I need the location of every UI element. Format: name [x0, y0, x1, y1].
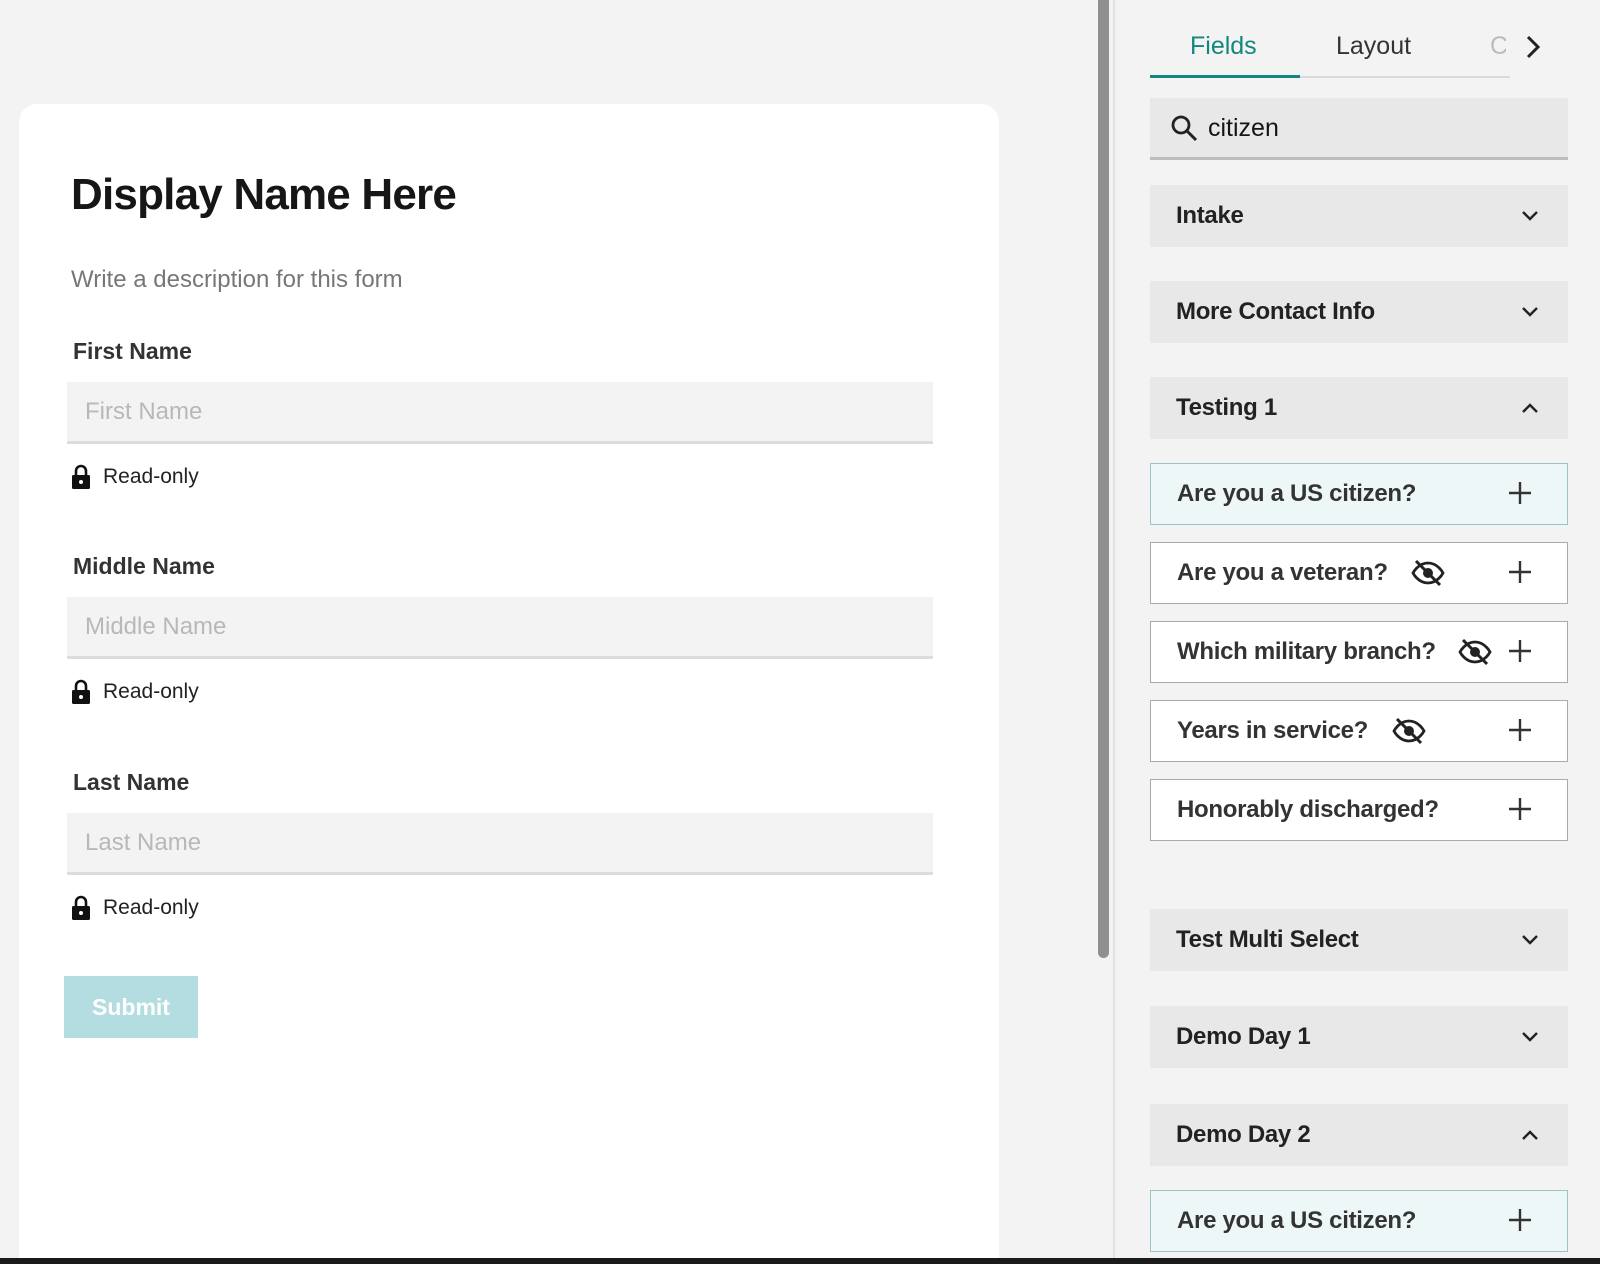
readonly-label: Read-only — [103, 896, 199, 919]
field-item-label: Are you a US citizen? — [1177, 480, 1417, 507]
eye-off-icon — [1458, 638, 1492, 666]
last-name-input[interactable] — [67, 813, 933, 875]
field-item-label: Which military branch? — [1177, 638, 1436, 665]
section-demo-day-1[interactable]: Demo Day 1 — [1150, 1006, 1568, 1068]
plus-icon[interactable] — [1507, 480, 1533, 506]
section-label: Demo Day 1 — [1176, 1023, 1311, 1050]
plus-icon[interactable] — [1507, 638, 1533, 664]
field-item-label: Years in service? — [1177, 717, 1369, 744]
plus-icon[interactable] — [1507, 796, 1533, 822]
section-test-multi-select[interactable]: Test Multi Select — [1150, 909, 1568, 971]
fields-panel: Fields Layout C Intake More Contact Info… — [1115, 0, 1600, 1264]
readonly-indicator: Read-only — [71, 895, 199, 921]
chevron-down-icon — [1522, 307, 1538, 317]
readonly-label: Read-only — [103, 680, 199, 703]
section-demo-day-2[interactable]: Demo Day 2 — [1150, 1104, 1568, 1166]
field-item[interactable]: Are you a US citizen? — [1150, 463, 1568, 525]
middle-name-input[interactable] — [67, 597, 933, 659]
field-item[interactable]: Are you a veteran? — [1150, 542, 1568, 604]
submit-button[interactable]: Submit — [64, 976, 198, 1038]
plus-icon[interactable] — [1507, 559, 1533, 585]
plus-icon[interactable] — [1507, 1207, 1533, 1233]
active-tab-indicator — [1150, 75, 1300, 78]
bottom-edge — [0, 1258, 1600, 1264]
eye-off-icon — [1411, 559, 1445, 587]
field-label: Last Name — [73, 769, 190, 795]
section-more-contact-info[interactable]: More Contact Info — [1150, 281, 1568, 343]
section-label: Intake — [1176, 202, 1244, 229]
section-label: Test Multi Select — [1176, 926, 1359, 953]
chevron-right-icon[interactable] — [1522, 33, 1544, 61]
field-item[interactable]: Years in service? — [1150, 700, 1568, 762]
section-intake[interactable]: Intake — [1150, 185, 1568, 247]
field-search — [1150, 98, 1568, 160]
plus-icon[interactable] — [1507, 717, 1533, 743]
field-label: Middle Name — [73, 553, 215, 579]
chevron-down-icon — [1522, 1032, 1538, 1042]
search-icon — [1171, 115, 1198, 142]
field-item-label: Are you a US citizen? — [1177, 1207, 1417, 1234]
panel-tabs: Fields Layout C — [1150, 20, 1510, 78]
field-label: First Name — [73, 338, 192, 364]
tab-layout[interactable]: Layout — [1336, 32, 1411, 61]
chevron-up-icon — [1522, 403, 1538, 413]
lock-icon — [72, 895, 90, 920]
section-testing-1[interactable]: Testing 1 — [1150, 377, 1568, 439]
form-card: Display Name Here Write a description fo… — [19, 104, 999, 1264]
tab-fields[interactable]: Fields — [1190, 32, 1257, 61]
chevron-down-icon — [1522, 935, 1538, 945]
readonly-indicator: Read-only — [71, 464, 199, 490]
first-name-input[interactable] — [67, 382, 933, 444]
field-item-label: Are you a veteran? — [1177, 559, 1388, 586]
canvas-scrollbar[interactable] — [1098, 0, 1109, 958]
field-item[interactable]: Which military branch? — [1150, 621, 1568, 683]
form-title[interactable]: Display Name Here — [71, 170, 457, 220]
section-label: Demo Day 2 — [1176, 1121, 1311, 1148]
search-input[interactable] — [1208, 106, 1548, 150]
form-description[interactable]: Write a description for this form — [71, 266, 403, 294]
field-item[interactable]: Honorably discharged? — [1150, 779, 1568, 841]
lock-icon — [72, 464, 90, 489]
section-label: Testing 1 — [1176, 394, 1277, 421]
field-item[interactable]: Are you a US citizen? — [1150, 1190, 1568, 1252]
eye-off-icon — [1392, 717, 1426, 745]
chevron-up-icon — [1522, 1130, 1538, 1140]
lock-icon — [72, 679, 90, 704]
form-canvas: Display Name Here Write a description fo… — [0, 0, 1100, 1264]
readonly-indicator: Read-only — [71, 679, 199, 705]
form-builder: Display Name Here Write a description fo… — [0, 0, 1600, 1264]
readonly-label: Read-only — [103, 465, 199, 488]
chevron-down-icon — [1522, 211, 1538, 221]
field-item-label: Honorably discharged? — [1177, 796, 1439, 823]
section-label: More Contact Info — [1176, 298, 1375, 325]
tab-overflow[interactable]: C — [1490, 32, 1506, 61]
